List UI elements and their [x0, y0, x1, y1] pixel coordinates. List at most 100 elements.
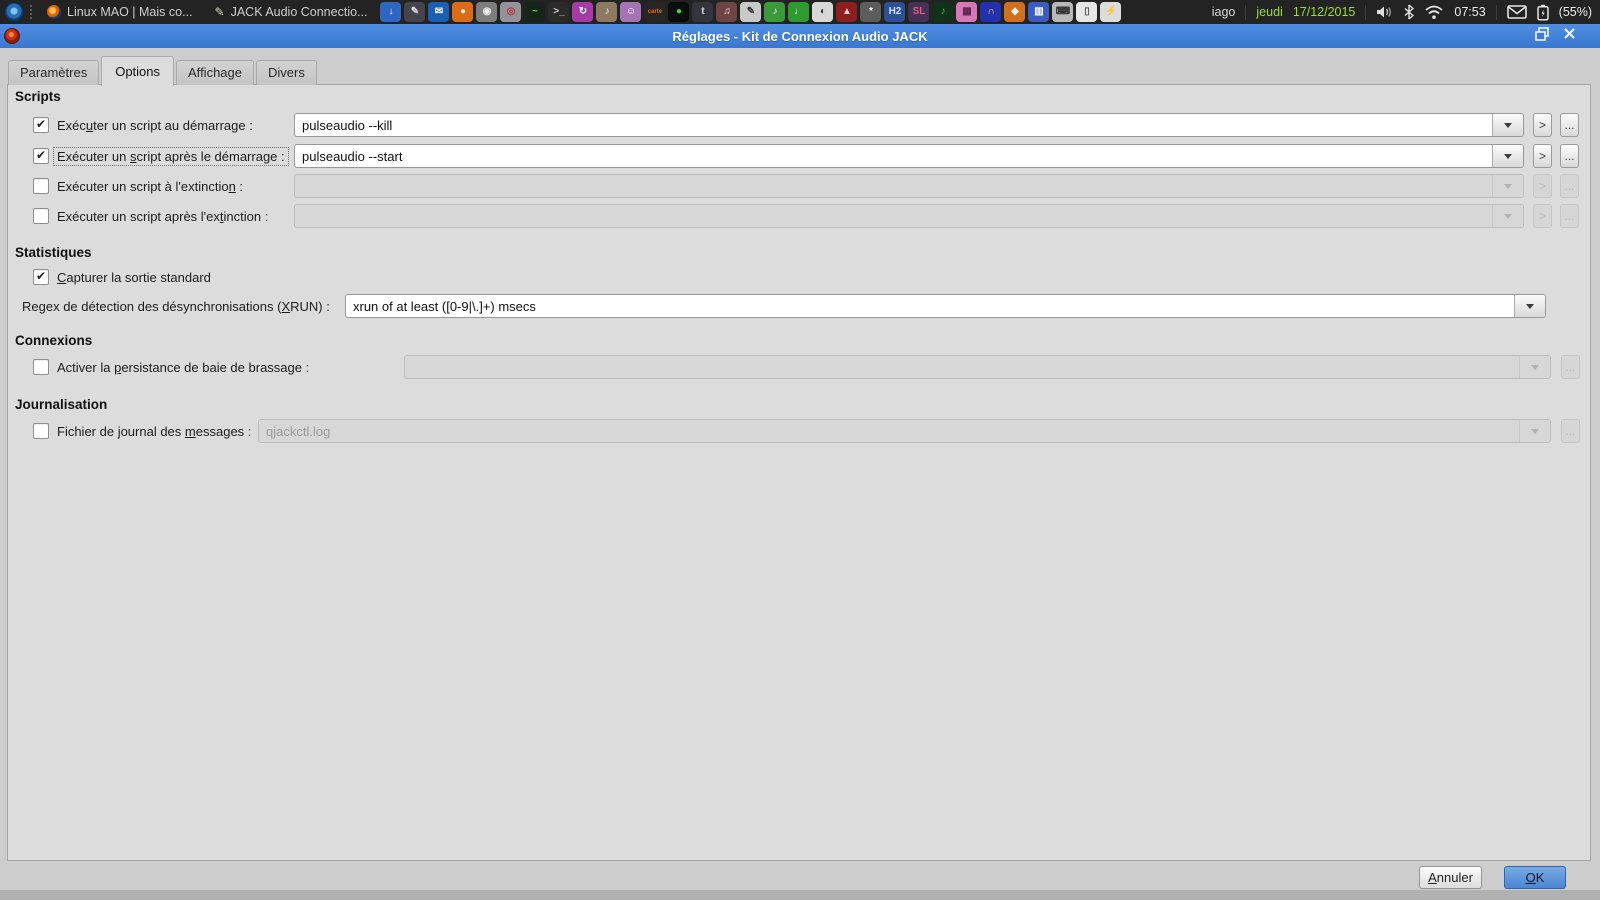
firefox-icon[interactable]: ● — [452, 2, 474, 22]
startup-script-row: Exécuter un script au démarrage : pulsea… — [33, 113, 1579, 137]
panel-separator — [1365, 4, 1367, 20]
log-file-checkbox[interactable] — [33, 423, 49, 439]
tab-options[interactable]: Options — [101, 56, 175, 86]
post-startup-script-combobox[interactable]: pulseaudio --start — [294, 144, 1524, 168]
sampler-icon[interactable]: * — [860, 2, 882, 22]
mixer-icon[interactable]: ♪ — [596, 2, 618, 22]
score-icon[interactable]: ♪ — [764, 2, 786, 22]
clock-date[interactable]: jeudi 17/12/2015 — [1256, 5, 1355, 19]
dropdown-arrow-icon[interactable] — [1514, 295, 1545, 317]
tab-affichage[interactable]: Affichage — [176, 60, 254, 85]
dropdown-arrow-icon — [1492, 175, 1523, 197]
volume-icon[interactable] — [1376, 4, 1394, 20]
sync-icon[interactable]: ↻ — [572, 2, 594, 22]
mic-plug-icon[interactable]: ♩ — [788, 2, 810, 22]
startup-script-checkbox[interactable] — [33, 117, 49, 133]
post-shutdown-script-combobox — [294, 204, 1524, 228]
download-icon[interactable]: ↓ — [380, 2, 402, 22]
drum-machine-icon[interactable]: ▦ — [956, 2, 978, 22]
virtual-keyboard-icon[interactable]: ▥ — [1028, 2, 1050, 22]
clock-date-value: 17/12/2015 — [1292, 5, 1356, 19]
sooperlooper-icon[interactable]: SL — [908, 2, 930, 22]
post-shutdown-script-run-button: > — [1533, 204, 1552, 228]
window-button-label: JACK Audio Connectio... — [230, 5, 368, 19]
droplet-icon[interactable]: ◆ — [1004, 2, 1026, 22]
headphones-icon[interactable]: ∩ — [980, 2, 1002, 22]
firefox-icon — [47, 5, 61, 19]
post-shutdown-script-checkbox[interactable] — [33, 208, 49, 224]
dropdown-arrow-icon — [1519, 356, 1550, 378]
mail-icon[interactable] — [1506, 5, 1527, 19]
close-window-icon[interactable] — [1563, 27, 1576, 45]
bluetooth-icon[interactable] — [1404, 4, 1415, 20]
comic-icon[interactable]: ☺ — [620, 2, 642, 22]
drums-icon[interactable]: ♫ — [716, 2, 738, 22]
dropdown-arrow-icon — [1492, 205, 1523, 227]
oscilloscope-icon[interactable]: ~ — [524, 2, 546, 22]
guitarix-icon[interactable]: t — [692, 2, 714, 22]
dropdown-arrow-icon — [1519, 420, 1550, 442]
tab-divers[interactable]: Divers — [255, 60, 317, 85]
capture-stdout-checkbox[interactable] — [33, 269, 49, 285]
text-editor-icon[interactable]: ✎ — [404, 2, 426, 22]
hydrogen-icon[interactable]: H2 — [884, 2, 906, 22]
xrun-regex-row: Regex de détection des désynchronisation… — [22, 294, 1546, 318]
disc-burner-icon[interactable]: ◎ — [500, 2, 522, 22]
patchbay-persistence-row: Activer la persistance de baie de brassa… — [33, 355, 1580, 379]
audio-menu-icon[interactable] — [4, 2, 24, 22]
cancel-button[interactable]: Annuler — [1419, 866, 1482, 889]
post-startup-script-run-button[interactable]: > — [1533, 144, 1552, 168]
shutdown-script-checkbox[interactable] — [33, 178, 49, 194]
username-label: iago — [1211, 5, 1236, 19]
clock-time[interactable]: 07:53 — [1454, 5, 1485, 19]
statistics-heading: Statistiques — [15, 245, 92, 260]
window-button-jack[interactable]: ✎ JACK Audio Connectio... — [206, 0, 377, 24]
mouse-icon[interactable]: ▯ — [1076, 2, 1098, 22]
shutdown-script-combobox — [294, 174, 1524, 198]
tab-parametres[interactable]: Paramètres — [8, 60, 100, 85]
startup-script-browse-button[interactable]: ... — [1560, 113, 1579, 137]
startup-script-combobox[interactable]: pulseaudio --kill — [294, 113, 1524, 137]
dropdown-arrow-icon[interactable] — [1492, 114, 1523, 136]
shutdown-script-run-button: > — [1533, 174, 1552, 198]
pencil-icon: ✎ — [214, 5, 225, 19]
logging-heading: Journalisation — [15, 397, 108, 412]
pen-icon[interactable]: ✎ — [740, 2, 762, 22]
options-tab-page: Scripts Exécuter un script au démarrage … — [7, 84, 1591, 861]
panel-separator — [1245, 4, 1247, 20]
xrun-regex-combobox[interactable]: xrun of at least ([0-9|\.]+) msecs — [345, 294, 1546, 318]
clock-day: jeudi — [1256, 5, 1283, 19]
camera-icon[interactable]: ◉ — [476, 2, 498, 22]
log-file-row: Fichier de journal des messages : qjackc… — [33, 419, 1580, 443]
startup-script-run-button[interactable]: > — [1533, 113, 1552, 137]
record-led-icon[interactable]: ● — [668, 2, 690, 22]
window-button-firefox[interactable]: Linux MAO | Mais co... — [38, 0, 202, 24]
patchbay-combobox — [404, 355, 1551, 379]
restore-window-icon[interactable] — [1535, 26, 1550, 46]
panel-handle — [30, 5, 32, 19]
wifi-icon[interactable] — [1424, 5, 1444, 20]
terminal-icon[interactable]: >_ — [548, 2, 570, 22]
thunderbird-icon[interactable]: ✉ — [428, 2, 450, 22]
post-startup-script-checkbox[interactable] — [33, 148, 49, 164]
carte-icon[interactable]: carte — [644, 2, 666, 22]
ok-button[interactable]: OK — [1504, 866, 1566, 889]
dropdown-arrow-icon[interactable] — [1492, 145, 1523, 167]
window-button-label: Linux MAO | Mais co... — [67, 5, 193, 19]
patchbay-browse-button: ... — [1561, 355, 1580, 379]
post-shutdown-script-row: Exécuter un script après l'extinction : … — [33, 204, 1579, 228]
patchbay-persistence-checkbox[interactable] — [33, 359, 49, 375]
desktop-panel: Linux MAO | Mais co... ✎ JACK Audio Conn… — [0, 0, 1600, 24]
settings-dialog: Paramètres Options Affichage Divers Scri… — [0, 48, 1600, 900]
note-circle-icon[interactable]: ♪ — [932, 2, 954, 22]
gauge-icon[interactable]: ◐ — [812, 2, 834, 22]
dialog-titlebar[interactable]: Réglages - Kit de Connexion Audio JACK — [0, 24, 1600, 48]
battery-icon[interactable] — [1536, 4, 1549, 21]
window-bottom-edge — [0, 890, 1600, 900]
battery-charge-icon[interactable]: ⚡ — [1100, 2, 1122, 22]
post-startup-script-browse-button[interactable]: ... — [1560, 144, 1579, 168]
ardour-icon[interactable]: ▲ — [836, 2, 858, 22]
keyboard-layout-icon[interactable]: ⌨ — [1052, 2, 1074, 22]
shutdown-script-row: Exécuter un script à l'extinction : > ..… — [33, 174, 1579, 198]
patchbay-persistence-label: Activer la persistance de baie de brassa… — [57, 359, 310, 375]
